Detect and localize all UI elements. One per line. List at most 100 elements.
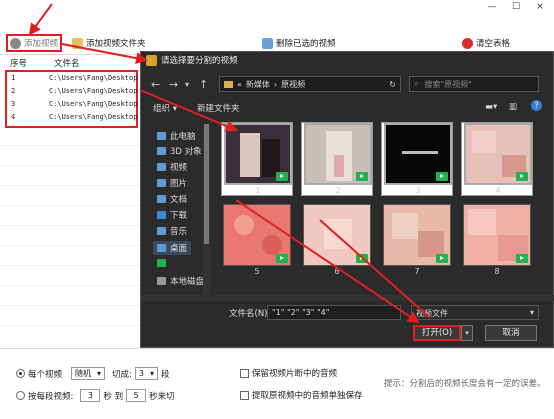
sidebar-item-desktop[interactable]: 桌面 [153,241,192,255]
open-button[interactable]: 打开(O) [413,325,461,341]
divider [0,185,148,186]
sidebar-item-downloads[interactable]: 下载 [157,209,187,221]
organize-button[interactable]: 组织 ▾ [153,102,177,114]
delete-icon [262,37,273,49]
sidebar-item-drive[interactable] [157,259,170,267]
sidebar-scrollbar[interactable] [203,124,210,294]
per-video-row: 每个视频 随机 ▾ 切成: 3 ▾ 段 [16,367,170,380]
navigation-bar: ← → ▾ ↑ « 新媒体 › 原视频 ↻ ⌕ 搜索"原视频" [141,74,554,94]
divider [0,285,148,286]
file-type-select[interactable]: 视频文件 ▾ [411,305,539,320]
minimize-button[interactable]: — [482,2,502,16]
command-bar: 组织 ▾ 新建文件夹 ▬▾ ▥ ? [141,100,554,116]
search-placeholder: 搜索"原视频" [424,79,472,89]
video-preview [464,123,532,185]
thumbnail-label: 1 [255,186,261,195]
table-row[interactable]: 3 C:\Users\Fang\Desktop [11,100,137,108]
file-table: 序号 文件名 1 C:\Users\Fang\Desktop 2 C:\User… [0,54,148,344]
music-icon [157,227,166,235]
video-thumbnail[interactable]: 4 [461,122,533,196]
extract-audio-checkbox[interactable] [240,390,249,400]
by-duration-row: 按每段视频: 3 秒 到 5 秒来切 [16,389,175,402]
refresh-icon[interactable]: ↻ [389,80,396,89]
divider [0,145,148,146]
sidebar-item-3d-objects[interactable]: 3D 对象 [157,145,202,157]
sidebar-item-documents[interactable]: 文档 [157,193,187,205]
table-row[interactable]: 2 C:\Users\Fang\Desktop [11,87,137,95]
video-thumbnail[interactable]: 1 [221,122,293,196]
forward-arrow-icon[interactable]: → [169,78,178,91]
keep-audio-label: 保留视频片断中的音频 [252,369,338,379]
breadcrumb-item[interactable]: 原视频 [281,79,305,90]
hint-text: 提示：分割后的视频长度会有一定的误差。 [384,379,546,389]
video-thumbnail[interactable]: 7 [381,204,453,278]
add-video-button[interactable]: 添加视频 [6,34,63,52]
sidebar-item-local-disk[interactable]: 本地磁盘 [157,275,204,287]
by-duration-radio[interactable] [16,391,25,400]
play-icon [516,254,528,263]
maximize-button[interactable]: ☐ [506,2,526,16]
address-bar[interactable]: « 新媒体 › 原视频 ↻ [219,76,401,92]
add-folder-button[interactable]: 添加视频文件夹 [72,33,146,53]
thumbnail-label: 4 [495,186,501,195]
video-preview [224,123,292,185]
preview-pane-icon[interactable]: ▥ [509,102,517,112]
chevron-down-icon[interactable]: ▾ [185,80,189,89]
extract-audio-label: 提取原视频中的音频单独保存 [252,391,363,401]
folder-icon [72,37,83,49]
video-thumbnail[interactable]: 6 [301,204,373,278]
sidebar-item-pictures[interactable]: 图片 [157,177,187,189]
video-thumbnail[interactable]: 5 [221,204,293,278]
cancel-button[interactable]: 取消 [485,325,537,341]
download-icon [157,211,166,219]
thumbnail-label: 3 [415,186,421,195]
video-thumbnail[interactable]: 8 [461,204,533,278]
close-button[interactable]: × [530,2,550,16]
divider [0,245,148,246]
sidebar-item-music[interactable]: 音乐 [157,225,187,237]
seconds-from-input[interactable]: 3 [80,389,101,402]
delete-selected-button[interactable]: 删除已选的视频 [262,33,336,53]
sidebar-item-this-pc[interactable]: 此电脑 [157,130,196,142]
divider [0,225,148,226]
clear-icon [462,37,473,49]
video-thumbnail[interactable]: 3 [381,122,453,196]
filename-row: 文件名(N): "1" "2" "3" "4" 视频文件 ▾ [141,305,554,321]
table-row[interactable]: 1 C:\Users\Fang\Desktop [11,74,137,82]
clear-table-button[interactable]: 清空表格 [462,33,510,53]
segments-unit: 段 [161,369,170,380]
video-thumbnail[interactable]: 2 [301,122,373,196]
chevron-down-icon: ▾ [529,308,534,317]
mode-select[interactable]: 随机 ▾ [71,367,106,380]
chevron-double-left-icon: « [237,79,242,89]
scrollbar-thumb[interactable] [204,124,209,244]
per-video-radio[interactable] [16,369,25,378]
play-icon [276,172,288,181]
navigation-pane: 此电脑 3D 对象 视频 图片 文档 下载 音乐 桌面 本地磁盘 [141,124,205,294]
divider [0,165,148,166]
new-folder-button[interactable]: 新建文件夹 [197,102,240,114]
video-preview [304,123,372,185]
keep-audio-checkbox[interactable] [240,368,249,378]
filename-input[interactable]: "1" "2" "3" "4" [267,305,401,320]
sidebar-item-videos[interactable]: 视频 [157,161,187,173]
play-icon [356,172,368,181]
grid-scrollbar[interactable] [141,295,554,301]
play-icon [276,254,288,263]
segments-select[interactable]: 3 ▾ [134,367,159,380]
file-grid: 1 2 3 4 5 6 7 8 [221,122,547,292]
search-box[interactable]: ⌕ 搜索"原视频" [409,76,539,92]
back-arrow-icon[interactable]: ← [151,78,160,91]
help-icon[interactable]: ? [531,100,542,111]
video-preview [463,204,531,266]
seconds-to-input[interactable]: 5 [126,389,147,402]
video-preview [383,204,451,266]
video-preview [384,123,452,185]
up-arrow-icon[interactable]: ↑ [199,78,208,91]
folder-icon [224,80,233,88]
open-dropdown-button[interactable]: ▾ [461,325,473,341]
breadcrumb-item[interactable]: 新媒体 [246,79,270,90]
table-row[interactable]: 4 C:\Users\Fang\Desktop [11,113,137,121]
divider [0,305,148,306]
view-options-icon[interactable]: ▬▾ [485,102,497,112]
